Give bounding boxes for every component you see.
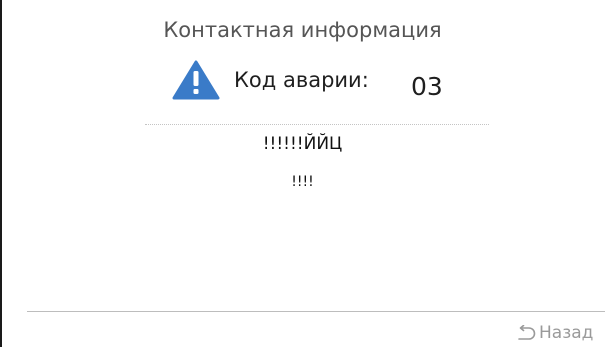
back-button-label: Назад	[539, 323, 594, 343]
dotted-divider	[145, 124, 489, 125]
back-arrow-icon	[518, 325, 536, 340]
alarm-row: Код аварии:	[172, 60, 369, 100]
back-button[interactable]: Назад	[516, 321, 593, 345]
warning-icon	[172, 60, 220, 100]
alarm-code-label: Код аварии:	[234, 68, 369, 92]
footer-divider	[27, 311, 605, 312]
alarm-code-value: 03	[411, 72, 443, 101]
contact-line-2: !!!!	[291, 174, 314, 190]
page-title: Контактная информация	[163, 18, 442, 42]
contact-line-1: !!!!!!ЙЙЦ	[262, 134, 343, 154]
